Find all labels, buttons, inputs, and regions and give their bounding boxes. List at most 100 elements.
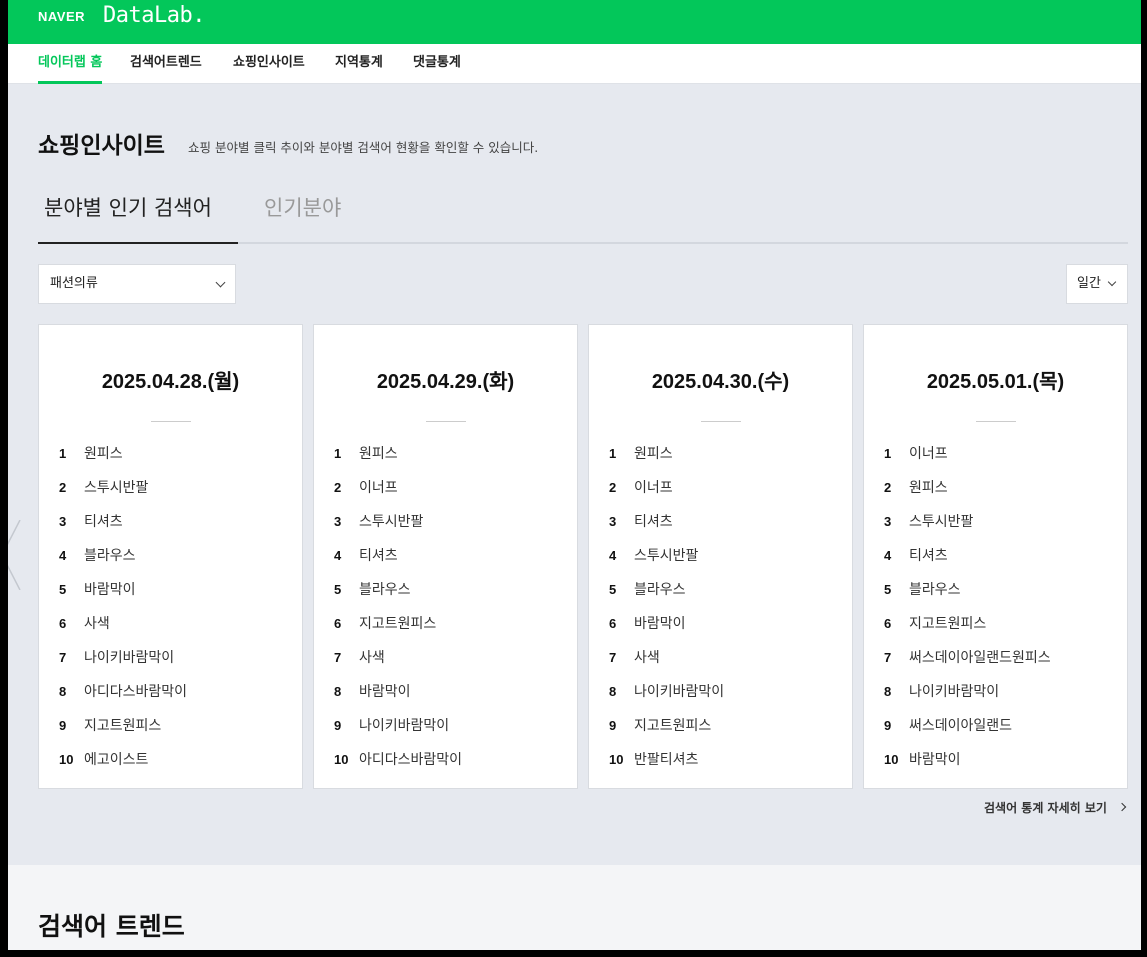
rank-keyword: 블라우스: [84, 548, 136, 564]
card-date: 2025.05.01.(목): [926, 371, 1065, 393]
nav-regional-stats[interactable]: 지역통계: [335, 44, 383, 84]
rank-item[interactable]: 6 지고트원피스: [334, 613, 462, 647]
rank-number: 10: [609, 752, 624, 767]
period-select-value: 일간: [1077, 276, 1101, 291]
rank-item[interactable]: 6 사색: [59, 613, 187, 647]
rank-item[interactable]: 8 바람막이: [334, 681, 462, 715]
tab-category-popular-keywords[interactable]: 분야별 인기 검색어: [38, 184, 238, 244]
category-select[interactable]: 패션의류: [38, 264, 236, 304]
datalab-logo[interactable]: DataLab.: [103, 3, 205, 28]
rank-item[interactable]: 2 원피스: [884, 477, 1051, 511]
rank-keyword: 써스데이아일랜드원피스: [909, 650, 1051, 666]
search-trend-title: 검색어 트렌드: [38, 912, 185, 941]
rank-keyword: 아디다스바람막이: [84, 684, 188, 700]
rank-keyword: 써스데이아일랜드: [909, 718, 1013, 734]
card-date: 2025.04.29.(화): [376, 371, 515, 393]
rank-item[interactable]: 5 블라우스: [334, 579, 462, 613]
rank-item[interactable]: 1 원피스: [334, 443, 462, 477]
divider: [701, 421, 741, 422]
rank-keyword: 나이키바람막이: [359, 718, 450, 734]
rank-item[interactable]: 5 블라우스: [609, 579, 724, 613]
rank-number: 3: [59, 514, 67, 529]
rank-keyword: 바람막이: [359, 684, 411, 700]
tab-popular-categories[interactable]: 인기분야: [264, 184, 341, 244]
keyword-stats-more-link[interactable]: 검색어 통계 자세히 보기: [984, 799, 1107, 816]
rank-item[interactable]: 3 티셔츠: [609, 511, 724, 545]
rank-keyword: 이너프: [634, 480, 673, 496]
prev-slide-button[interactable]: [8, 519, 38, 591]
rank-keyword: 스투시반팔: [634, 548, 699, 564]
rank-number: 10: [884, 752, 899, 767]
rank-item[interactable]: 8 나이키바람막이: [884, 681, 1051, 715]
rank-keyword: 나이키바람막이: [634, 684, 725, 700]
rank-item[interactable]: 9 지고트원피스: [59, 715, 187, 749]
main-nav: 데이터랩 홈 검색어트렌드 쇼핑인사이트 지역통계 댓글통계: [8, 44, 1141, 84]
tab-bar: 분야별 인기 검색어 인기분야: [38, 184, 1128, 244]
rank-item[interactable]: 4 스투시반팔: [609, 545, 724, 579]
rank-item[interactable]: 3 스투시반팔: [334, 511, 462, 545]
rank-item[interactable]: 6 바람막이: [609, 613, 724, 647]
rank-item[interactable]: 9 지고트원피스: [609, 715, 724, 749]
rank-item[interactable]: 7 사색: [609, 647, 724, 681]
card-date: 2025.04.30.(수): [651, 371, 790, 393]
ranking-card: 2025.04.29.(화) 1 원피스 2 이너프 3 스투시반팔 4 티셔츠 5 블라…: [313, 324, 578, 789]
rank-keyword: 스투시반팔: [909, 514, 974, 530]
rank-item[interactable]: 6 지고트원피스: [884, 613, 1051, 647]
period-select[interactable]: 일간: [1066, 264, 1128, 304]
rank-item[interactable]: 10 바람막이: [884, 749, 1051, 783]
rank-item[interactable]: 2 스투시반팔: [59, 477, 187, 511]
rank-item[interactable]: 3 스투시반팔: [884, 511, 1051, 545]
rank-keyword: 원피스: [909, 480, 948, 496]
divider: [151, 421, 191, 422]
rank-keyword: 바람막이: [84, 582, 136, 598]
divider: [976, 421, 1016, 422]
rank-item[interactable]: 2 이너프: [334, 477, 462, 511]
divider: [426, 421, 466, 422]
rank-item[interactable]: 4 티셔츠: [884, 545, 1051, 579]
rank-number: 6: [609, 616, 617, 631]
rank-item[interactable]: 10 에고이스트: [59, 749, 187, 783]
rank-list: 1 원피스 2 이너프 3 스투시반팔 4 티셔츠 5 블라우스 6 지고트원피스 7 사색 …: [334, 443, 462, 783]
rank-item[interactable]: 4 티셔츠: [334, 545, 462, 579]
rank-number: 4: [884, 548, 892, 563]
rank-item[interactable]: 8 나이키바람막이: [609, 681, 724, 715]
rank-item[interactable]: 7 써스데이아일랜드원피스: [884, 647, 1051, 681]
category-select-value: 패션의류: [50, 276, 98, 291]
rank-keyword: 이너프: [359, 480, 398, 496]
rank-keyword: 블라우스: [634, 582, 686, 598]
naver-logo[interactable]: NAVER: [38, 9, 85, 24]
rank-number: 3: [884, 514, 892, 529]
rank-item[interactable]: 1 이너프: [884, 443, 1051, 477]
nav-datalab-home[interactable]: 데이터랩 홈: [38, 44, 103, 84]
chevron-down-icon: [1107, 277, 1117, 287]
rank-item[interactable]: 10 아디다스바람막이: [334, 749, 462, 783]
rank-keyword: 아디다스바람막이: [359, 752, 463, 768]
rank-list: 1 원피스 2 스투시반팔 3 티셔츠 4 블라우스 5 바람막이 6 사색 7 나이키바람막…: [59, 443, 187, 783]
rank-item[interactable]: 7 사색: [334, 647, 462, 681]
rank-item[interactable]: 8 아디다스바람막이: [59, 681, 187, 715]
rank-item[interactable]: 5 블라우스: [884, 579, 1051, 613]
rank-number: 4: [609, 548, 617, 563]
rank-keyword: 나이키바람막이: [909, 684, 1000, 700]
rank-item[interactable]: 7 나이키바람막이: [59, 647, 187, 681]
rank-item[interactable]: 1 원피스: [59, 443, 187, 477]
rank-number: 10: [59, 752, 74, 767]
rank-item[interactable]: 9 나이키바람막이: [334, 715, 462, 749]
rank-keyword: 지고트원피스: [359, 616, 437, 632]
rank-item[interactable]: 5 바람막이: [59, 579, 187, 613]
rank-item[interactable]: 9 써스데이아일랜드: [884, 715, 1051, 749]
page: NAVER DataLab. 데이터랩 홈 검색어트렌드 쇼핑인사이트 지역통계…: [8, 0, 1141, 950]
section-description: 쇼핑 분야별 클릭 추이와 분야별 검색어 현황을 확인할 수 있습니다.: [188, 140, 539, 155]
rank-number: 1: [609, 446, 617, 461]
rank-item[interactable]: 4 블라우스: [59, 545, 187, 579]
nav-shopping-insight[interactable]: 쇼핑인사이트: [233, 44, 305, 84]
rank-item[interactable]: 1 원피스: [609, 443, 724, 477]
rank-item[interactable]: 10 반팔티셔츠: [609, 749, 724, 783]
chevron-right-icon[interactable]: [1117, 802, 1127, 812]
nav-comment-stats[interactable]: 댓글통계: [413, 44, 461, 84]
nav-search-trend[interactable]: 검색어트렌드: [130, 44, 202, 84]
chevron-left-icon: [8, 519, 21, 591]
rank-item[interactable]: 2 이너프: [609, 477, 724, 511]
rank-keyword: 사색: [84, 616, 110, 632]
rank-item[interactable]: 3 티셔츠: [59, 511, 187, 545]
